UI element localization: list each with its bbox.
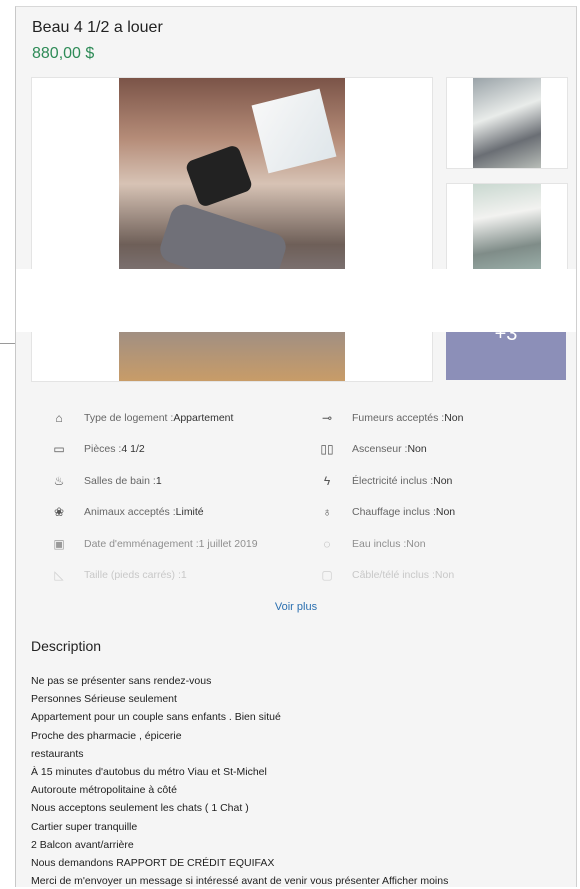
description-line: Autoroute métropolitaine à côté <box>31 784 177 797</box>
bed-icon: ▭ <box>53 442 65 456</box>
ruler-icon: ◺ <box>54 568 64 582</box>
feature-cable: ▢ Câble/télé inclus : Non <box>314 568 454 582</box>
water-drop-icon: ◌ <box>323 537 331 551</box>
voir-plus-link[interactable]: Voir plus <box>16 601 576 613</box>
main-photo[interactable] <box>119 78 345 381</box>
cigarette-icon: ⊸ <box>321 411 333 425</box>
feature-label: Taille (pieds carrés) : <box>84 569 181 581</box>
listing-card: Beau 4 1/2 a louer 880,00 $ +3 ⌂ Type de… <box>15 6 577 887</box>
house-icon: ⌂ <box>55 411 63 425</box>
feature-rooms: ▭ Pièces : 4 1/2 <box>46 442 145 456</box>
feature-label: Salles de bain : <box>84 475 156 487</box>
description-heading: Description <box>31 638 102 654</box>
feature-value: 1 juillet 2019 <box>198 538 258 550</box>
description-line: À 15 minutes d'autobus du métro Viau et … <box>31 766 267 779</box>
description-line: Ne pas se présenter sans rendez-vous <box>31 675 212 687</box>
description-line: Merci de m'envoyer un message si intéres… <box>31 875 449 887</box>
feature-bathrooms: ♨ Salles de bain : 1 <box>46 474 162 488</box>
description-line: Nous acceptons seulement les chats ( 1 C… <box>31 802 249 815</box>
feature-value: Non <box>435 506 456 518</box>
feature-value: 1 <box>155 475 162 487</box>
feature-label: Ascenseur : <box>352 443 408 455</box>
feature-value: Non <box>444 412 464 424</box>
feature-water: ◌ Eau inclus : Non <box>314 537 426 551</box>
description-line: Proche des pharmacie , épicerie <box>31 729 182 742</box>
feature-label: Câble/télé inclus : <box>352 569 435 581</box>
feature-move-in-date: ▣ Date d'emménagement : 1 juillet 2019 <box>46 537 258 551</box>
feature-value: 1 <box>180 569 187 581</box>
thumbnail-image <box>473 184 541 274</box>
feature-smokers: ⊸ Fumeurs acceptés : Non <box>314 411 464 425</box>
feature-value: Appartement <box>173 412 234 424</box>
flame-icon: ♁ <box>322 505 332 519</box>
bathtub-icon: ♨ <box>53 474 65 488</box>
elevator-icon: ▯▯ <box>320 442 334 456</box>
feature-value: Non <box>434 569 455 581</box>
feature-label: Pièces : <box>84 443 122 455</box>
description-line: Nous demandons RAPPORT DE CRÉDIT EQUIFAX <box>31 857 275 870</box>
feature-value: 4 1/2 <box>121 443 145 455</box>
description-line: restaurants <box>31 747 84 760</box>
feature-pets: ❀ Animaux acceptés : Limité <box>46 505 204 519</box>
description-line: 2 Balcon avant/arrière <box>31 838 134 851</box>
feature-label: Eau inclus : <box>352 538 407 550</box>
listing-title: Beau 4 1/2 a louer <box>32 19 163 36</box>
thumbnail-1[interactable] <box>446 77 568 169</box>
feature-label: Type de logement : <box>84 412 174 424</box>
thumbnail-2[interactable] <box>446 183 568 275</box>
feature-label: Date d'emménagement : <box>84 538 199 550</box>
calendar-icon: ▣ <box>53 537 65 551</box>
description-body: Ne pas se présenter sans rendez-vous Per… <box>31 672 571 887</box>
feature-electricity: ϟ Électricité inclus : Non <box>314 474 453 488</box>
tv-icon: ▢ <box>321 568 333 582</box>
feature-label: Chauffage inclus : <box>352 506 436 518</box>
photo-window-detail <box>251 88 337 174</box>
feature-value: Limité <box>175 506 204 518</box>
overlay-band <box>16 269 576 332</box>
thumbnail-image <box>473 78 541 168</box>
lightning-icon: ϟ <box>323 474 331 488</box>
feature-type: ⌂ Type de logement : Appartement <box>46 411 233 425</box>
photo-chair-detail <box>184 143 254 209</box>
connector-line <box>0 343 16 344</box>
feature-size: ◺ Taille (pieds carrés) : 1 <box>46 568 187 582</box>
description-line: Appartement pour un couple sans enfants … <box>31 711 281 724</box>
feature-label: Électricité inclus : <box>352 475 434 487</box>
feature-value: Non <box>407 443 427 455</box>
description-line: Personnes Sérieuse seulement <box>31 693 177 706</box>
feature-elevator: ▯▯ Ascenseur : Non <box>314 442 427 456</box>
feature-label: Animaux acceptés : <box>84 506 176 518</box>
feature-heating: ♁ Chauffage inclus : Non <box>314 505 456 519</box>
feature-value: Non <box>433 475 453 487</box>
feature-label: Fumeurs acceptés : <box>352 412 445 424</box>
main-photo-frame[interactable] <box>31 77 433 382</box>
feature-value: Non <box>406 538 426 550</box>
description-line: Cartier super tranquille <box>31 820 138 833</box>
listing-price: 880,00 $ <box>32 45 95 62</box>
paw-icon: ❀ <box>53 505 65 519</box>
